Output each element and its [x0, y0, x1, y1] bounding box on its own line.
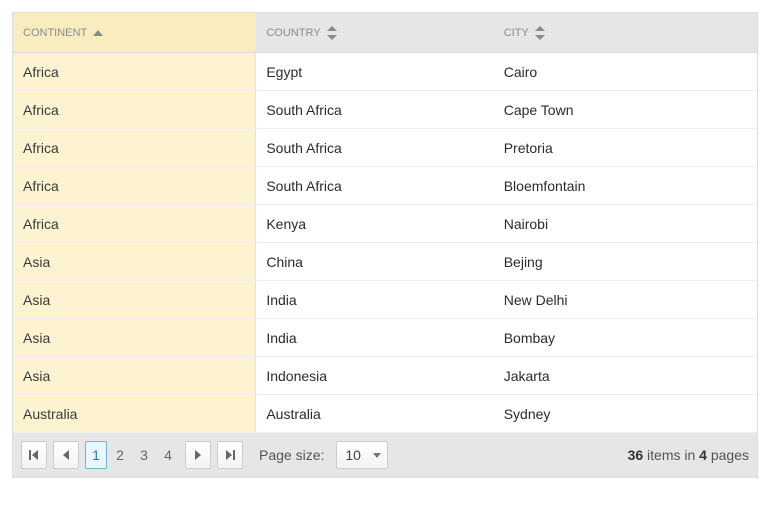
pager-page-1[interactable]: 1: [85, 441, 107, 469]
pager-last-button[interactable]: [217, 441, 243, 469]
table-row[interactable]: AsiaIndonesiaJakarta: [13, 357, 757, 395]
cell-country: South Africa: [256, 91, 493, 128]
cell-city: Sydney: [494, 395, 757, 432]
cell-continent: Asia: [13, 319, 256, 356]
cell-city: Nairobi: [494, 205, 757, 242]
pager-next-button[interactable]: [185, 441, 211, 469]
cell-continent: Africa: [13, 53, 256, 90]
pager-items-in-text: items in: [643, 447, 699, 463]
cell-city: Bombay: [494, 319, 757, 356]
table-row[interactable]: AfricaSouth AfricaCape Town: [13, 91, 757, 129]
chevron-down-icon: [373, 453, 381, 458]
cell-city: Bloemfontain: [494, 167, 757, 204]
sort-icon: [327, 26, 337, 40]
cell-city: New Delhi: [494, 281, 757, 318]
column-header-country[interactable]: Country: [256, 13, 493, 52]
cell-country: Kenya: [256, 205, 493, 242]
table-row[interactable]: AfricaKenyaNairobi: [13, 205, 757, 243]
cell-city: Cairo: [494, 53, 757, 90]
cell-country: India: [256, 281, 493, 318]
cell-country: South Africa: [256, 167, 493, 204]
page-size-value: 10: [345, 447, 361, 463]
table-header-row: Continent Country City: [13, 13, 757, 53]
pager-page-2[interactable]: 2: [109, 441, 131, 469]
pager: 1234 Page size: 10 36 items in 4 pages: [13, 433, 757, 477]
table-row[interactable]: AustraliaAustraliaSydney: [13, 395, 757, 433]
table-row[interactable]: AfricaSouth AfricaPretoria: [13, 129, 757, 167]
column-header-city[interactable]: City: [494, 13, 757, 52]
cell-continent: Africa: [13, 205, 256, 242]
page-size-label: Page size:: [259, 447, 324, 463]
cell-country: India: [256, 319, 493, 356]
cell-city: Pretoria: [494, 129, 757, 166]
cell-city: Bejing: [494, 243, 757, 280]
pager-pages-text: pages: [707, 447, 749, 463]
pager-first-button[interactable]: [21, 441, 47, 469]
pager-total-items: 36: [628, 447, 644, 463]
pager-total-pages: 4: [699, 447, 707, 463]
sort-icon: [535, 26, 545, 40]
prev-page-icon: [61, 450, 71, 460]
cell-continent: Asia: [13, 243, 256, 280]
cell-continent: Africa: [13, 167, 256, 204]
cell-country: China: [256, 243, 493, 280]
table-row[interactable]: AsiaChinaBejing: [13, 243, 757, 281]
pager-prev-button[interactable]: [53, 441, 79, 469]
first-page-icon: [29, 450, 39, 460]
table-row[interactable]: AfricaSouth AfricaBloemfontain: [13, 167, 757, 205]
page-size-select[interactable]: 10: [336, 441, 388, 469]
cell-continent: Africa: [13, 129, 256, 166]
table-row[interactable]: AsiaIndiaBombay: [13, 319, 757, 357]
cell-continent: Asia: [13, 357, 256, 394]
cell-city: Jakarta: [494, 357, 757, 394]
cell-country: Australia: [256, 395, 493, 432]
table-row[interactable]: AfricaEgyptCairo: [13, 53, 757, 91]
cell-continent: Africa: [13, 91, 256, 128]
table-row[interactable]: AsiaIndiaNew Delhi: [13, 281, 757, 319]
sort-asc-icon: [93, 30, 103, 36]
column-header-continent[interactable]: Continent: [13, 13, 256, 52]
pager-pages: 1234: [85, 441, 179, 469]
cell-country: Egypt: [256, 53, 493, 90]
cell-country: Indonesia: [256, 357, 493, 394]
pager-page-3[interactable]: 3: [133, 441, 155, 469]
column-header-label: Continent: [23, 27, 87, 39]
cell-country: South Africa: [256, 129, 493, 166]
table-body: AfricaEgyptCairoAfricaSouth AfricaCape T…: [13, 53, 757, 433]
column-header-label: City: [504, 27, 529, 39]
cell-city: Cape Town: [494, 91, 757, 128]
cell-continent: Australia: [13, 395, 256, 432]
data-grid: Continent Country City AfricaEgyptCairoA…: [12, 12, 758, 478]
column-header-label: Country: [266, 27, 320, 39]
pager-page-4[interactable]: 4: [157, 441, 179, 469]
pager-info: 36 items in 4 pages: [628, 447, 749, 463]
cell-continent: Asia: [13, 281, 256, 318]
next-page-icon: [193, 450, 203, 460]
last-page-icon: [225, 450, 235, 460]
